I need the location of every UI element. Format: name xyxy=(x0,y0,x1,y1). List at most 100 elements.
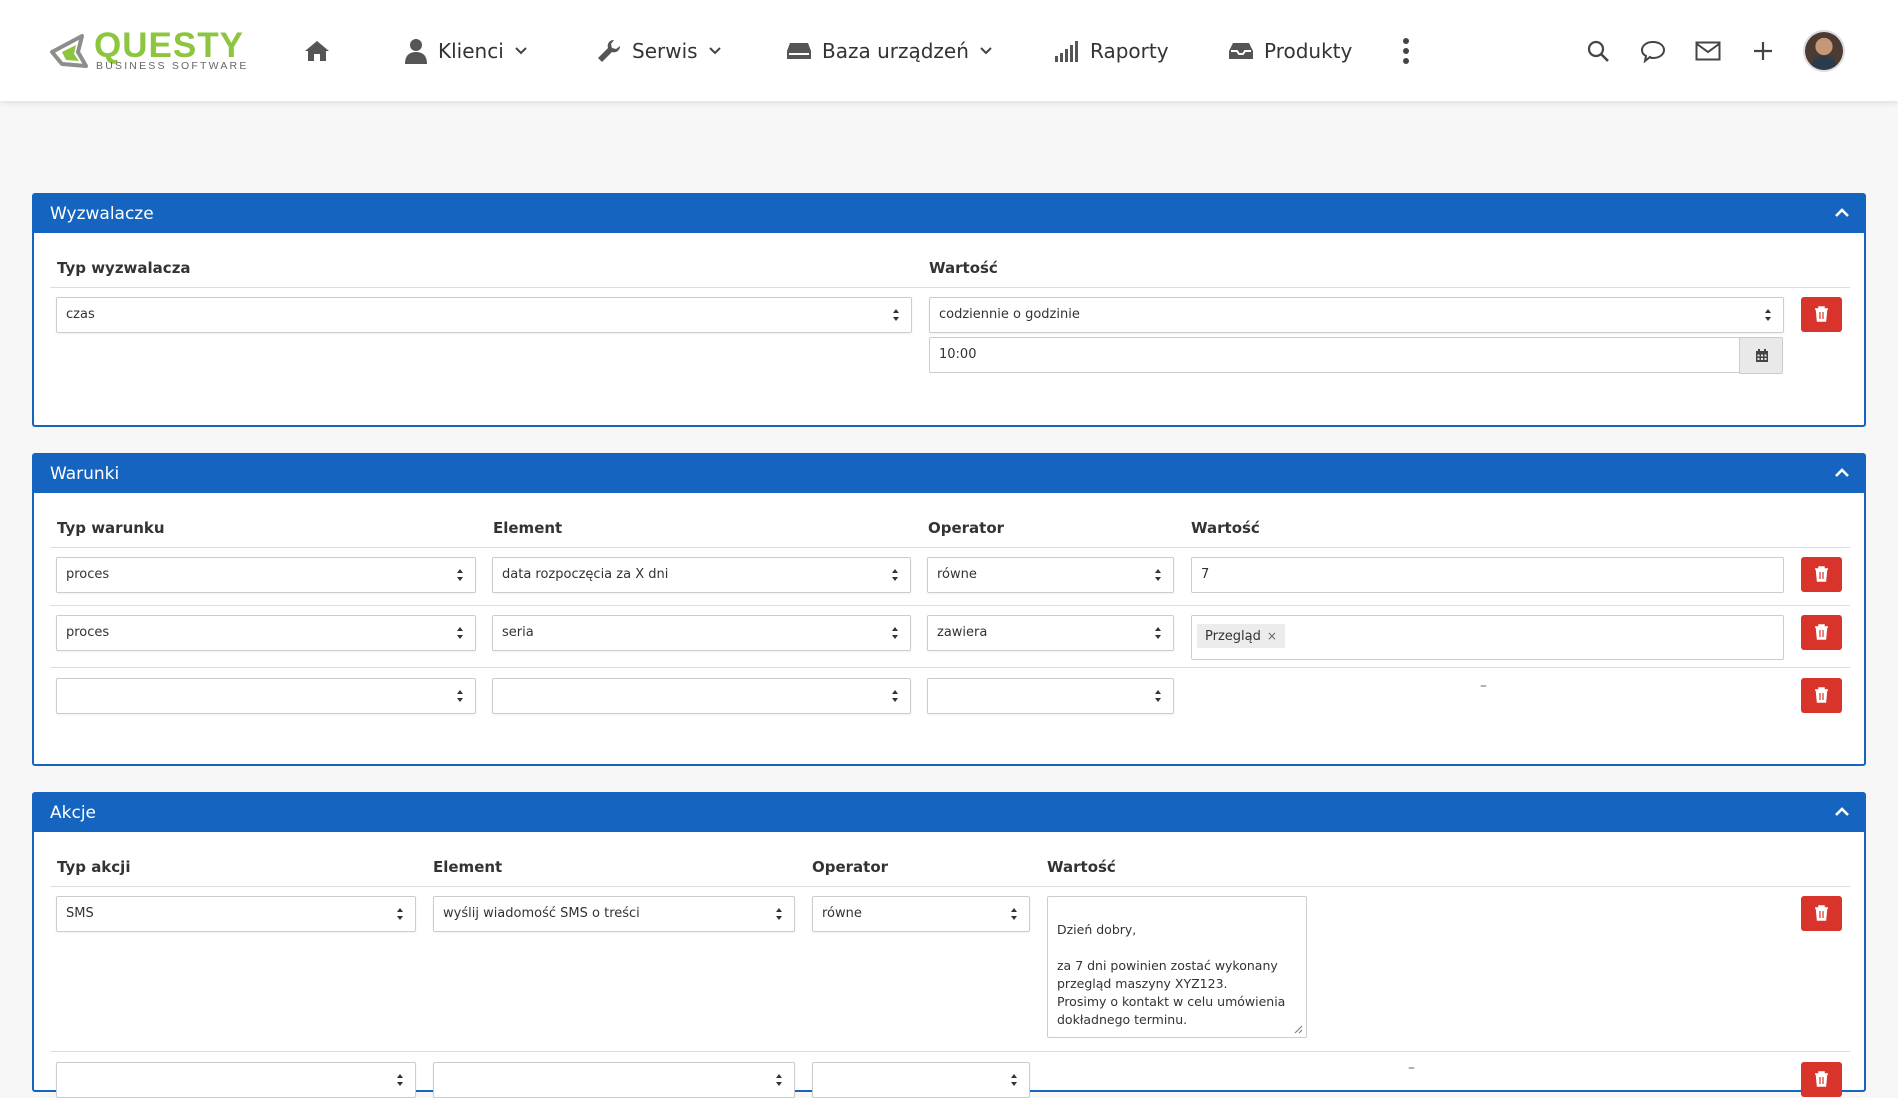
device-icon xyxy=(787,42,811,59)
add-button[interactable] xyxy=(1752,0,1774,101)
action-operator-value: równe xyxy=(822,906,862,921)
chevron-up-icon[interactable] xyxy=(1834,806,1850,818)
wrench-icon xyxy=(598,39,621,62)
action-type-value: SMS xyxy=(66,906,94,921)
mail-icon xyxy=(1695,41,1721,60)
nav-item-raporty[interactable]: Raporty xyxy=(1054,0,1169,101)
divider xyxy=(50,667,1850,668)
nav-item-serwis[interactable]: Serwis xyxy=(596,0,722,101)
action-operator-select[interactable] xyxy=(812,1062,1030,1098)
action-element-value: wyślij wiadomość SMS o treści xyxy=(443,906,640,921)
trash-icon xyxy=(1815,306,1828,322)
condition-element-select[interactable]: data rozpoczęcia za X dni xyxy=(492,557,911,593)
nav-item-produkty[interactable]: Produkty xyxy=(1228,0,1352,101)
delete-trigger-button[interactable] xyxy=(1801,297,1842,332)
divider xyxy=(50,605,1850,606)
user-avatar[interactable] xyxy=(1805,32,1843,70)
delete-action-button[interactable] xyxy=(1801,1062,1842,1097)
calendar-button[interactable] xyxy=(1739,337,1783,374)
nav-label-produkty: Produkty xyxy=(1264,38,1353,63)
brand-tagline: BUSINESS SOFTWARE xyxy=(96,60,249,72)
delete-condition-button[interactable] xyxy=(1801,615,1842,650)
select-arrows-icon xyxy=(1765,309,1771,321)
chevron-up-icon[interactable] xyxy=(1834,467,1850,479)
select-arrows-icon xyxy=(1155,569,1161,581)
action-element-select[interactable] xyxy=(433,1062,795,1098)
action-type-select[interactable] xyxy=(56,1062,416,1098)
column-header-trigger-type: Typ wyzwalacza xyxy=(57,259,191,277)
column-header-condition-value: Wartość xyxy=(1191,519,1260,537)
delete-condition-button[interactable] xyxy=(1801,557,1842,592)
condition-element-value: seria xyxy=(502,625,534,640)
home-link[interactable] xyxy=(304,0,330,101)
chat-button[interactable] xyxy=(1640,0,1666,101)
conditions-panel: Warunki xyxy=(32,453,1866,766)
inbox-icon xyxy=(1229,42,1253,59)
condition-operator-value: zawiera xyxy=(937,625,988,640)
condition-operator-select[interactable]: równe xyxy=(927,557,1174,593)
trigger-time-input[interactable]: 10:00 xyxy=(929,337,1740,373)
logo-icon xyxy=(50,34,88,68)
sms-message-textarea[interactable]: Dzień dobry, za 7 dni powinien zostać wy… xyxy=(1047,896,1307,1038)
column-header-action-type: Typ akcji xyxy=(57,858,131,876)
trash-icon xyxy=(1815,566,1828,582)
condition-value-input[interactable]: 7 xyxy=(1191,557,1784,593)
trash-icon xyxy=(1815,905,1828,921)
delete-action-button[interactable] xyxy=(1801,896,1842,931)
select-arrows-icon xyxy=(397,1074,403,1086)
chevron-down-icon xyxy=(980,46,992,54)
select-arrows-icon xyxy=(892,627,898,639)
resize-grip-icon[interactable] xyxy=(1293,1024,1303,1034)
delete-condition-button[interactable] xyxy=(1801,678,1842,713)
more-menu-button[interactable] xyxy=(1402,0,1410,101)
nav-item-klienci[interactable]: Klienci xyxy=(404,0,528,101)
column-header-trigger-value: Wartość xyxy=(929,259,998,277)
questy-logo[interactable]: QUESTY BUSINESS SOFTWARE xyxy=(48,28,264,74)
actions-panel-header[interactable]: Akcje xyxy=(34,794,1864,832)
nav-label-serwis: Serwis xyxy=(632,38,698,63)
condition-type-select[interactable]: proces xyxy=(56,615,476,651)
action-type-select[interactable]: SMS xyxy=(56,896,416,932)
condition-type-value: proces xyxy=(66,625,110,640)
action-operator-select[interactable]: równe xyxy=(812,896,1030,932)
column-header-action-value: Wartość xyxy=(1047,858,1116,876)
conditions-panel-title: Warunki xyxy=(50,464,120,484)
condition-operator-select[interactable] xyxy=(927,678,1174,714)
select-arrows-icon xyxy=(892,569,898,581)
condition-element-select[interactable]: seria xyxy=(492,615,911,651)
search-icon xyxy=(1587,40,1609,62)
sms-message-text: Dzień dobry, za 7 dni powinien zostać wy… xyxy=(1057,922,1286,1027)
trash-icon xyxy=(1815,687,1828,703)
trigger-value-select[interactable]: codziennie o godzinie xyxy=(929,297,1784,333)
trigger-type-value: czas xyxy=(66,307,95,322)
search-button[interactable] xyxy=(1586,0,1610,101)
condition-type-select[interactable]: proces xyxy=(56,557,476,593)
mail-button[interactable] xyxy=(1695,0,1721,101)
column-header-action-element: Element xyxy=(433,858,503,876)
tag-chip-label: Przegląd xyxy=(1205,629,1261,644)
trash-icon xyxy=(1815,624,1828,640)
divider xyxy=(50,287,1850,288)
home-icon xyxy=(305,40,329,61)
condition-operator-select[interactable]: zawiera xyxy=(927,615,1174,651)
chevron-down-icon xyxy=(708,46,721,54)
column-header-action-operator: Operator xyxy=(812,858,889,876)
conditions-panel-header[interactable]: Warunki xyxy=(34,455,1864,493)
triggers-panel-header[interactable]: Wyzwalacze xyxy=(34,195,1864,233)
column-header-condition-operator: Operator xyxy=(928,519,1005,537)
chevron-up-icon[interactable] xyxy=(1834,207,1850,219)
remove-tag-icon[interactable]: × xyxy=(1267,629,1277,643)
condition-type-select[interactable] xyxy=(56,678,476,714)
select-arrows-icon xyxy=(397,908,403,920)
select-arrows-icon xyxy=(892,690,898,702)
select-arrows-icon xyxy=(1011,1074,1017,1086)
empty-value-placeholder: – xyxy=(1480,678,1487,694)
select-arrows-icon xyxy=(457,627,463,639)
action-element-select[interactable]: wyślij wiadomość SMS o treści xyxy=(433,896,795,932)
condition-element-select[interactable] xyxy=(492,678,911,714)
select-arrows-icon xyxy=(1155,627,1161,639)
trigger-type-select[interactable]: czas xyxy=(56,297,912,333)
actions-panel-title: Akcje xyxy=(50,803,97,823)
nav-item-baza-urzadzen[interactable]: Baza urządzeń xyxy=(786,0,993,101)
trigger-value-value: codziennie o godzinie xyxy=(939,307,1080,322)
